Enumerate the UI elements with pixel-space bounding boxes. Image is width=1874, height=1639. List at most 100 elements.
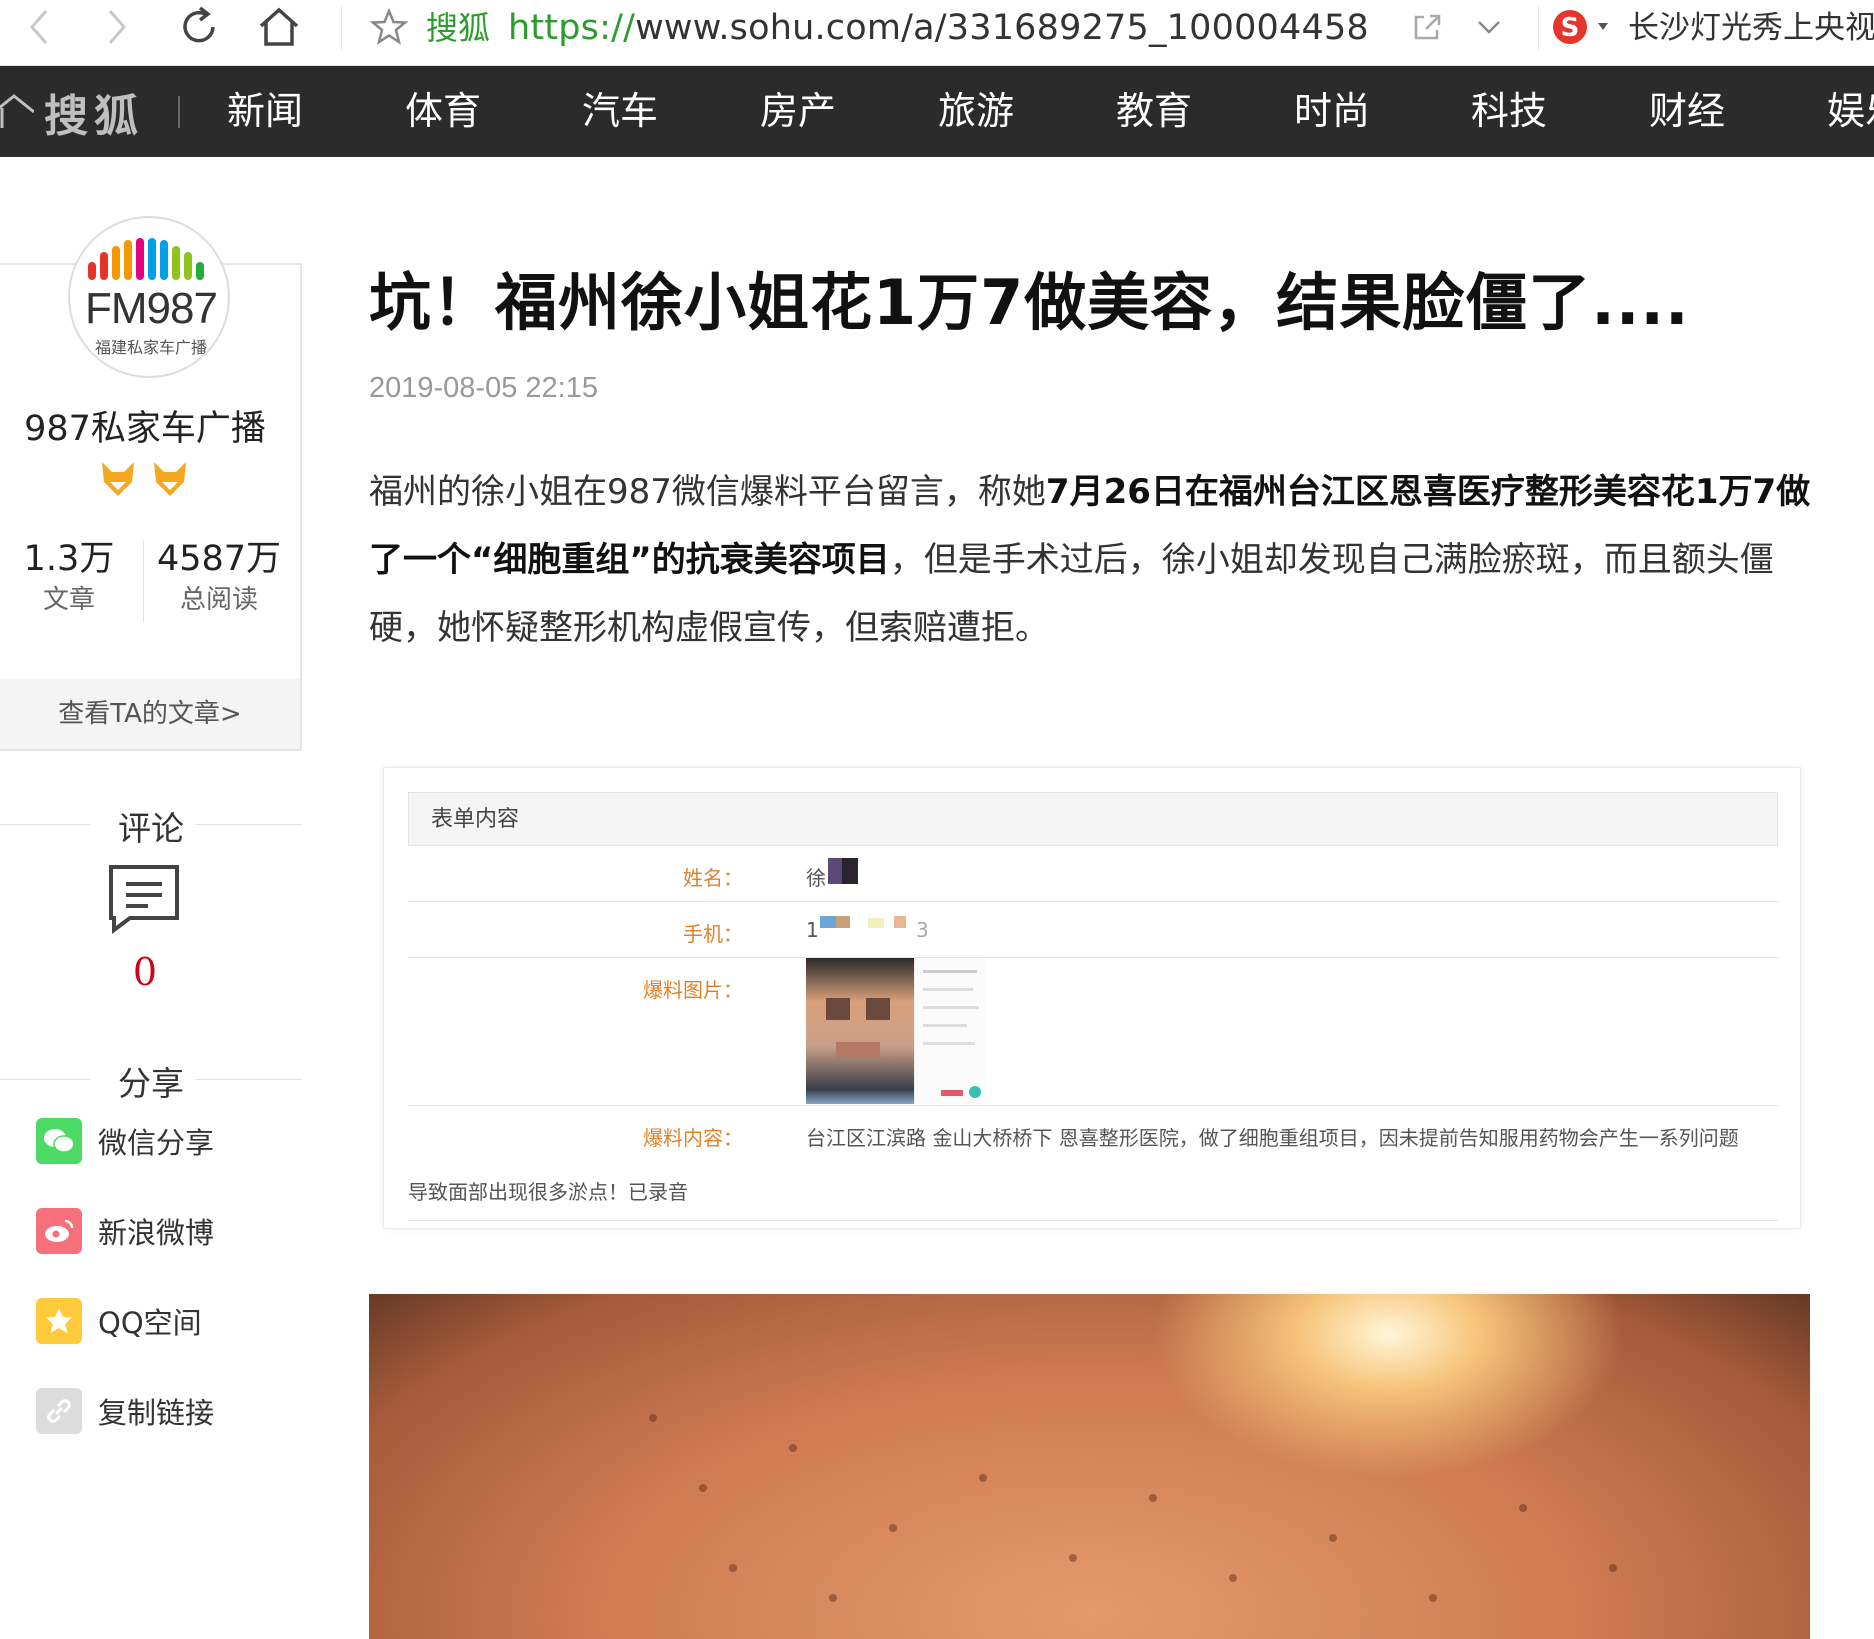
title-rule [0,1079,90,1080]
pixelation-block [826,998,850,1020]
radio-bars-icon [88,238,204,280]
nav-item-tech[interactable]: 科技 [1471,66,1547,157]
skin-spot [829,1594,837,1602]
form-phone-end: 3 [916,918,929,942]
share-icon [1414,14,1441,40]
comment-icon[interactable] [108,864,180,934]
form-phone-start: 1 [806,918,819,942]
text-line-placeholder [923,1042,975,1045]
paragraph-text: 福州的徐小姐在987微信爆料平台留言，称她 [369,472,1046,512]
address-dropdown-button[interactable] [1462,0,1516,54]
share-qzone-button[interactable]: QQ空间 [36,1297,202,1345]
toolbar-divider [1538,6,1539,50]
avatar-fm-text: FM987 [85,284,218,333]
sohu-logo[interactable]: 搜狐 [0,66,144,157]
pixelation-block [842,858,858,884]
skin-spot [699,1484,707,1492]
form-content-value: 台江区江滨路 金山大桥桥下 恩喜整形医院，做了细胞重组项目，因未提前告知服用药物… [806,1126,1739,1150]
form-name-value: 徐 [806,866,826,890]
svg-text:S: S [1561,13,1580,43]
nav-item-sports[interactable]: 体育 [405,66,481,157]
text-line-placeholder [923,1024,967,1027]
back-arrow-icon [30,10,48,44]
star-icon [370,8,408,45]
nav-item-entertainment[interactable]: 娱乐 [1827,66,1874,157]
share-qzone-label: QQ空间 [98,1306,202,1340]
form-name-label: 姓名： [683,866,743,890]
share-weibo-label: 新浪微博 [98,1216,215,1250]
nav-divider [178,96,180,128]
report-form-screenshot: 表单内容 姓名： 徐 手机： 1 3 爆料图片： 爆料内容： 台江区江滨路 金山… [383,767,1801,1229]
url-text: www.sohu.com/a/331689275_100004458 [635,8,1369,48]
form-row-phone: 手机： 1 3 [408,902,1778,958]
copy-link-button[interactable]: 复制链接 [36,1387,214,1435]
reload-icon [183,6,215,43]
site-name-label: 搜狐 [426,9,491,47]
form-phone-label: 手机： [683,922,743,946]
site-nav-bar: 搜狐 新闻 体育 汽车 房产 旅游 教育 时尚 科技 财经 娱乐 [0,66,1874,157]
share-wechat-button[interactable]: 微信分享 [36,1117,214,1165]
fox-badge-icon [154,462,186,496]
nav-item-travel[interactable]: 旅游 [938,66,1014,157]
nav-item-finance[interactable]: 财经 [1649,66,1725,157]
title-rule [0,824,90,825]
pixelation-block [820,916,836,928]
pixelation-block [836,1042,880,1058]
pixelation-block [894,916,906,928]
skin-spot [889,1524,897,1532]
articles-label: 文章 [42,585,95,615]
avatar-subtitle: 福建私家车广播 [94,338,207,357]
text-line-placeholder [923,1006,979,1009]
back-button[interactable] [12,0,66,54]
face-photo-thumbnail[interactable] [806,958,914,1104]
chat-screenshot-thumbnail[interactable] [914,958,986,1104]
url-protocol: https:// [508,8,636,48]
nav-item-news[interactable]: 新闻 [227,66,303,157]
fox-badge-icon [102,462,134,496]
skin-spot [1149,1494,1157,1502]
share-page-button[interactable] [1400,0,1454,54]
skin-spot [1229,1574,1237,1582]
home-button[interactable] [252,0,306,54]
form-heading: 表单内容 [408,792,1778,846]
skin-spot [1429,1594,1437,1602]
address-bar[interactable]: https://www.sohu.com/a/331689275_1000044… [508,6,1369,50]
skin-spot [789,1444,797,1452]
button-placeholder [941,1090,963,1096]
skin-spot [1069,1554,1077,1562]
forward-button[interactable] [90,0,144,54]
reload-button[interactable] [172,0,226,54]
nav-item-house[interactable]: 房产 [760,66,836,157]
share-weibo-button[interactable]: 新浪微博 [36,1207,214,1255]
skin-spot [649,1414,657,1422]
reads-label: 总阅读 [179,585,258,615]
view-author-articles-link[interactable]: 查看TA的文章> [0,679,300,749]
browser-toolbar: 搜狐 https://www.sohu.com/a/331689275_1000… [0,0,1874,66]
article-date: 2019-08-05 22:15 [369,372,598,404]
face-closeup-photo[interactable] [369,1294,1810,1639]
pixelation-block [868,918,884,928]
share-wechat-label: 微信分享 [98,1126,215,1160]
skin-spot [979,1474,987,1482]
forward-arrow-icon [108,10,126,44]
text-line-placeholder [923,970,977,973]
link-icon [36,1388,82,1434]
author-avatar[interactable]: FM987 福建私家车广播 [68,216,230,378]
title-rule [196,1079,302,1080]
comment-count[interactable]: 0 [0,950,290,994]
form-content-continued: 导致面部出现很多淤点！已录音 [408,1180,688,1204]
bookmark-button[interactable] [362,0,416,54]
search-suggestion[interactable]: 长沙灯光秀上央视 [1628,6,1874,50]
nav-item-education[interactable]: 教育 [1116,66,1192,157]
share-section-title: 分享 [0,1057,302,1105]
search-engine-button[interactable]: S [1548,0,1618,54]
title-rule [196,824,302,825]
weibo-icon [36,1208,82,1254]
skin-spot [729,1564,737,1572]
author-name[interactable]: 987私家车广播 [0,400,290,451]
skin-spot [1609,1564,1617,1572]
nav-item-fashion[interactable]: 时尚 [1294,66,1370,157]
nav-item-auto[interactable]: 汽车 [582,66,658,157]
form-bottom-rule [408,1220,1778,1221]
article-title: 坑！福州徐小姐花1万7做美容，结果脸僵了.... [369,266,1690,339]
